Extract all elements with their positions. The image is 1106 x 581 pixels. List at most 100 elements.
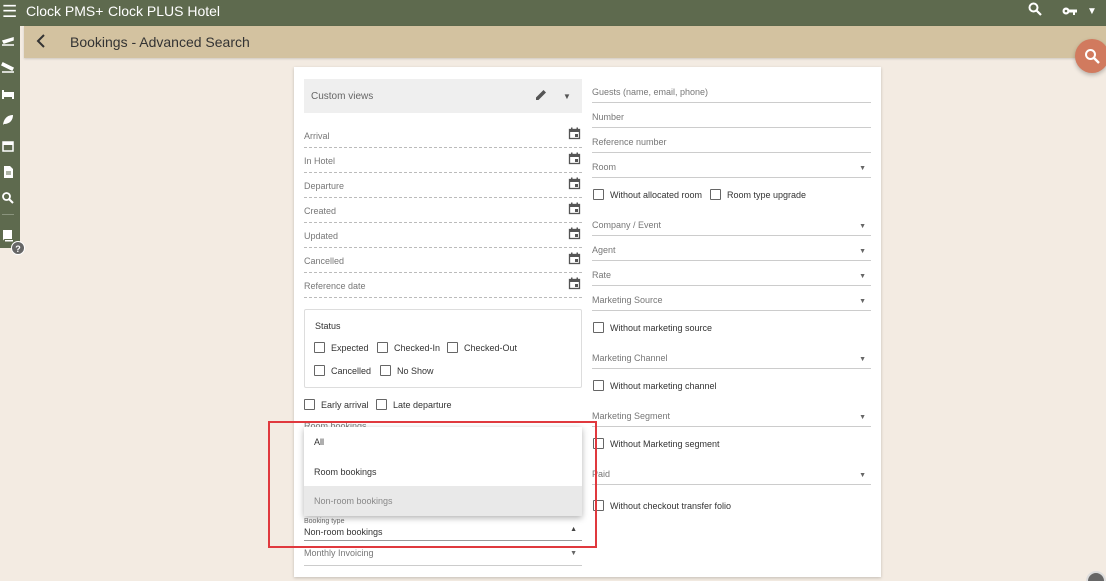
search-fab-button[interactable] xyxy=(1075,39,1106,73)
calendar-icon[interactable] xyxy=(1,139,15,153)
checkbox-label: Early arrival xyxy=(321,399,369,410)
checkbox[interactable] xyxy=(376,399,387,410)
page-header: Bookings - Advanced Search xyxy=(24,26,1106,58)
monthly-invoicing-label: Monthly Invoicing xyxy=(304,548,374,558)
room-select[interactable]: Room ▼ xyxy=(592,156,871,178)
calendar-icon[interactable] xyxy=(568,127,581,145)
agent-select[interactable]: Agent ▼ xyxy=(592,239,871,261)
custom-views-select[interactable]: Custom views ▼ xyxy=(304,79,582,113)
reference-number-placeholder: Reference number xyxy=(592,137,667,147)
status-cancelled-checkbox[interactable]: Cancelled xyxy=(314,365,371,376)
marketing-source-select[interactable]: Marketing Source ▼ xyxy=(592,289,871,311)
status-checked-in-checkbox[interactable]: Checked-In xyxy=(377,342,440,353)
departures-icon[interactable] xyxy=(1,34,15,48)
marketing-segment-select[interactable]: Marketing Segment ▼ xyxy=(592,405,871,427)
checkbox[interactable] xyxy=(304,399,315,410)
reference-number-input[interactable]: Reference number xyxy=(592,131,871,153)
checkbox-label: Without marketing channel xyxy=(610,380,717,391)
help-corner-icon[interactable] xyxy=(1086,571,1106,581)
reference-date-label: Reference date xyxy=(304,281,366,291)
status-expected-checkbox[interactable]: Expected xyxy=(314,342,369,353)
without-allocated-room-checkbox[interactable]: Without allocated room xyxy=(593,189,702,200)
late-departure-checkbox[interactable]: Late departure xyxy=(376,399,452,410)
chevron-down-icon[interactable]: ▼ xyxy=(859,414,866,421)
updated-date-field[interactable]: Updated xyxy=(304,226,582,248)
reference-date-field[interactable]: Reference date xyxy=(304,276,582,298)
without-marketing-segment-checkbox[interactable]: Without Marketing segment xyxy=(593,438,720,449)
key-icon[interactable] xyxy=(1062,4,1078,22)
paid-select[interactable]: Paid ▼ xyxy=(592,463,871,485)
bed-icon[interactable] xyxy=(1,87,15,101)
chevron-down-icon[interactable]: ▼ xyxy=(859,273,866,280)
checkbox[interactable] xyxy=(447,342,458,353)
in-hotel-date-field[interactable]: In Hotel xyxy=(304,151,582,173)
search-icon[interactable] xyxy=(1,191,15,205)
pencil-icon[interactable] xyxy=(534,88,548,107)
chevron-down-icon[interactable]: ▼ xyxy=(563,92,571,101)
checkbox[interactable] xyxy=(314,342,325,353)
checkbox-label: Checked-Out xyxy=(464,342,518,353)
leaf-icon[interactable] xyxy=(1,113,15,127)
back-arrow-icon[interactable] xyxy=(36,33,46,54)
calendar-icon[interactable] xyxy=(568,152,581,170)
calendar-icon[interactable] xyxy=(568,202,581,220)
search-icon[interactable] xyxy=(1028,2,1042,21)
guests-input[interactable]: Guests (name, email, phone) xyxy=(592,81,871,103)
checkbox-label: Late departure xyxy=(393,399,452,410)
chevron-down-icon[interactable]: ▼ xyxy=(859,165,866,172)
menu-icon[interactable]: ☰ xyxy=(2,2,17,22)
room-type-upgrade-checkbox[interactable]: Room type upgrade xyxy=(710,189,806,200)
number-placeholder: Number xyxy=(592,112,625,122)
checkbox-label: Cancelled xyxy=(331,365,372,376)
created-date-field[interactable]: Created xyxy=(304,201,582,223)
checkbox-label: Expected xyxy=(331,342,369,353)
hotel-name[interactable]: Clock PLUS Hotel xyxy=(108,3,220,19)
monthly-invoicing-select[interactable]: Monthly Invoicing ▼ xyxy=(304,546,582,566)
without-marketing-channel-checkbox[interactable]: Without marketing channel xyxy=(593,380,717,391)
arrival-date-field[interactable]: Arrival xyxy=(304,126,582,148)
status-checked-out-checkbox[interactable]: Checked-Out xyxy=(447,342,517,353)
company-event-select[interactable]: Company / Event ▼ xyxy=(592,214,871,236)
without-checkout-transfer-folio-checkbox[interactable]: Without checkout transfer folio xyxy=(593,500,731,511)
chevron-down-icon[interactable]: ▼ xyxy=(859,356,866,363)
departure-date-field[interactable]: Departure xyxy=(304,176,582,198)
early-arrival-checkbox[interactable]: Early arrival xyxy=(304,399,369,410)
status-no-show-checkbox[interactable]: No Show xyxy=(380,365,434,376)
checkbox[interactable] xyxy=(710,189,721,200)
cancelled-label: Cancelled xyxy=(304,256,345,266)
checkbox[interactable] xyxy=(593,189,604,200)
book-icon[interactable] xyxy=(1,228,15,242)
chevron-down-icon[interactable]: ▼ xyxy=(570,550,577,557)
marketing-channel-select[interactable]: Marketing Channel ▼ xyxy=(592,347,871,369)
rate-select[interactable]: Rate ▼ xyxy=(592,264,871,286)
checkbox[interactable] xyxy=(314,365,325,376)
custom-views-label: Custom views xyxy=(311,91,374,102)
document-icon[interactable] xyxy=(1,165,15,179)
checkbox-label: Room type upgrade xyxy=(727,189,807,200)
chevron-down-icon[interactable]: ▼ xyxy=(859,298,866,305)
checkbox-label: Checked-In xyxy=(394,342,441,353)
created-label: Created xyxy=(304,206,337,216)
checkbox-label: Without marketing source xyxy=(610,322,713,333)
chevron-down-icon[interactable]: ▼ xyxy=(859,223,866,230)
checkbox[interactable] xyxy=(380,365,391,376)
checkbox-label: Without checkout transfer folio xyxy=(610,500,732,511)
calendar-icon[interactable] xyxy=(568,227,581,245)
chevron-down-icon[interactable]: ▼ xyxy=(859,248,866,255)
help-icon[interactable]: ? xyxy=(11,241,25,255)
calendar-icon[interactable] xyxy=(568,177,581,195)
rate-label: Rate xyxy=(592,270,612,280)
cancelled-date-field[interactable]: Cancelled xyxy=(304,251,582,273)
sidebar xyxy=(0,26,20,248)
checkbox[interactable] xyxy=(377,342,388,353)
checkbox[interactable] xyxy=(593,322,604,333)
arrivals-icon[interactable] xyxy=(0,60,15,74)
without-marketing-source-checkbox[interactable]: Without marketing source xyxy=(593,322,712,333)
user-menu-chevron-down-icon[interactable]: ▼ xyxy=(1087,6,1097,17)
calendar-icon[interactable] xyxy=(568,252,581,270)
calendar-icon[interactable] xyxy=(568,277,581,295)
number-input[interactable]: Number xyxy=(592,106,871,128)
checkbox[interactable] xyxy=(593,380,604,391)
updated-label: Updated xyxy=(304,231,339,241)
chevron-down-icon[interactable]: ▼ xyxy=(859,472,866,479)
